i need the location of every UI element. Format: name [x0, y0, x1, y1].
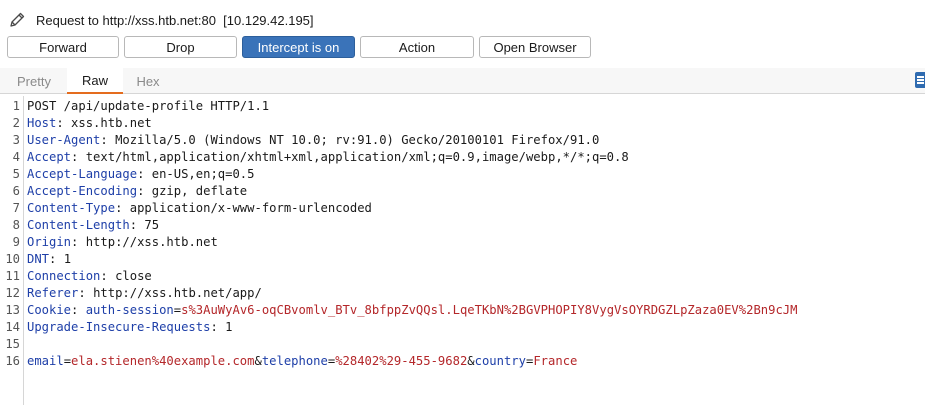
request-title: Request to http://xss.htb.net:80 [10.129…	[36, 12, 314, 28]
header-name: DNT	[27, 251, 50, 266]
header-name: Connection	[27, 268, 101, 283]
body-param-value: ela.stienen%40example.com	[71, 353, 255, 368]
forward-button[interactable]: Forward	[7, 36, 119, 58]
body-param-name: email	[27, 353, 64, 368]
intercept-toggle-button[interactable]: Intercept is on	[242, 36, 355, 58]
header-value: Mozilla/5.0 (Windows NT 10.0; rv:91.0) G…	[115, 132, 600, 147]
drop-button[interactable]: Drop	[124, 36, 237, 58]
line-number: 14	[5, 319, 20, 334]
editor-line: 5 Accept-Language: en-US,en;q=0.5	[0, 165, 925, 182]
line-number: 15	[5, 336, 20, 351]
intercept-header: Request to http://xss.htb.net:80 [10.129…	[0, 0, 925, 66]
line-number: 13	[5, 302, 20, 317]
editor-line: 8 Content-Length: 75	[0, 216, 925, 233]
editor-line: 11 Connection: close	[0, 267, 925, 284]
editor-line: 14 Upgrade-Insecure-Requests: 1	[0, 318, 925, 335]
header-value: application/x-www-form-urlencoded	[129, 200, 372, 215]
header-name: Accept	[27, 149, 72, 164]
header-name: Origin	[27, 234, 72, 249]
editor-line: 9 Origin: http://xss.htb.net	[0, 233, 925, 250]
view-tabs: Pretty Raw Hex	[0, 68, 925, 94]
header-value: 75	[144, 217, 160, 232]
line-number: 6	[12, 183, 20, 198]
body-param-value: France	[533, 353, 578, 368]
line-number: 8	[12, 217, 20, 232]
pencil-icon[interactable]	[8, 11, 26, 29]
body-param-value: %28402%29-455-9682	[335, 353, 468, 368]
tab-pretty[interactable]: Pretty	[6, 68, 62, 94]
line-number: 5	[12, 166, 20, 181]
editor-line: 2 Host: xss.htb.net	[0, 114, 925, 131]
line-number: 10	[5, 251, 20, 266]
line-number: 4	[12, 149, 20, 164]
header-name: Accept-Encoding	[27, 183, 138, 198]
header-value: en-US,en;q=0.5	[151, 166, 255, 181]
editor-line: 6 Accept-Encoding: gzip, deflate	[0, 182, 925, 199]
editor-line: 1 POST /api/update-profile HTTP/1.1	[0, 97, 925, 114]
line-number: 1	[12, 98, 20, 113]
tab-raw[interactable]: Raw	[67, 68, 123, 94]
line-number: 9	[12, 234, 20, 249]
header-value: gzip, deflate	[151, 183, 248, 198]
header-value: xss.htb.net	[71, 115, 152, 130]
body-param-name: telephone	[261, 353, 328, 368]
header-value: text/html,application/xhtml+xml,applicat…	[85, 149, 629, 164]
editor-line: 7 Content-Type: application/x-www-form-u…	[0, 199, 925, 216]
line-number: 12	[5, 285, 20, 300]
tab-hex[interactable]: Hex	[122, 68, 174, 94]
body-param-name: country	[474, 353, 526, 368]
request-title-row: Request to http://xss.htb.net:80 [10.129…	[8, 10, 314, 30]
menu-icon[interactable]	[915, 72, 925, 88]
header-value: 1	[225, 319, 233, 334]
editor-line: 15	[0, 335, 925, 352]
raw-request-editor[interactable]: 1 POST /api/update-profile HTTP/1.1 2 Ho…	[0, 96, 925, 405]
open-browser-button[interactable]: Open Browser	[479, 36, 591, 58]
editor-line: 13 Cookie: auth-session=s%3AuWyAv6-oqCBv…	[0, 301, 925, 318]
cookie-param-name: auth-session	[85, 302, 174, 317]
header-name: Host	[27, 115, 57, 130]
cookie-param-value: s%3AuWyAv6-oqCBvomlv_BTv_8bfppZvQQsl.Lqe…	[181, 302, 798, 317]
line-number: 3	[12, 132, 20, 147]
editor-line: 12 Referer: http://xss.htb.net/app/	[0, 284, 925, 301]
header-value: close	[115, 268, 152, 283]
header-value: http://xss.htb.net	[85, 234, 218, 249]
line-number: 7	[12, 200, 20, 215]
header-name: Accept-Language	[27, 166, 138, 181]
header-name: Content-Type	[27, 200, 116, 215]
header-name: Content-Length	[27, 217, 130, 232]
line-number: 2	[12, 115, 20, 130]
header-value: 1	[63, 251, 72, 266]
editor-line: 10 DNT: 1	[0, 250, 925, 267]
editor-line: 3 User-Agent: Mozilla/5.0 (Windows NT 10…	[0, 131, 925, 148]
header-name: Referer	[27, 285, 79, 300]
cookie-header-name: Cookie	[27, 302, 72, 317]
action-button[interactable]: Action	[360, 36, 474, 58]
line-number: 11	[5, 268, 20, 283]
editor-line: 4 Accept: text/html,application/xhtml+xm…	[0, 148, 925, 165]
header-name: User-Agent	[27, 132, 101, 147]
line-number: 16	[5, 353, 20, 368]
header-value: http://xss.htb.net/app/	[93, 285, 262, 300]
header-name: Upgrade-Insecure-Requests	[27, 319, 211, 334]
request-line: POST /api/update-profile HTTP/1.1	[27, 98, 270, 113]
editor-line: 16 email=ela.stienen%40example.com&telep…	[0, 352, 925, 369]
